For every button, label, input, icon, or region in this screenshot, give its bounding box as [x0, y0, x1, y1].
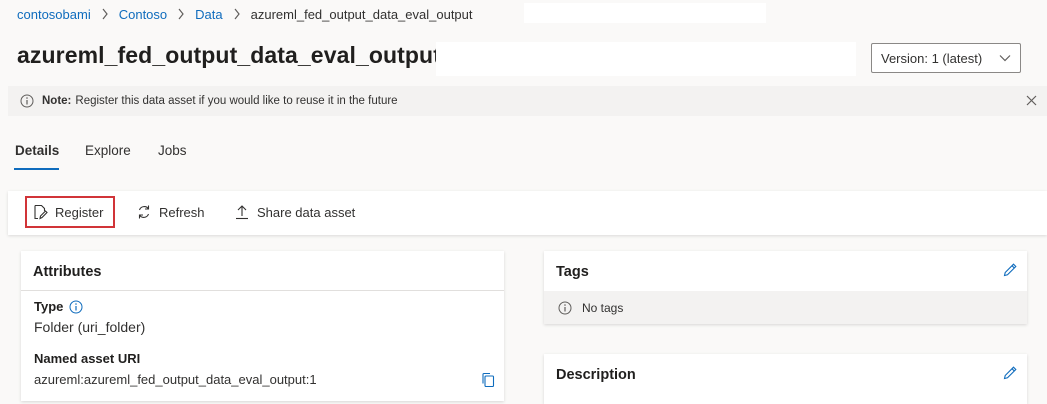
- type-label-text: Type: [34, 299, 64, 314]
- info-icon: [558, 301, 572, 315]
- refresh-button-label: Refresh: [159, 204, 205, 220]
- command-toolbar: Register Refresh Share data asset: [8, 191, 1047, 235]
- breadcrumb-current: azureml_fed_output_data_eval_output: [250, 6, 473, 22]
- breadcrumb: contosobami Contoso Data azureml_fed_out…: [17, 5, 473, 23]
- share-data-asset-button[interactable]: Share data asset: [234, 197, 355, 227]
- description-title: Description: [556, 367, 636, 383]
- no-tags-text: No tags: [582, 300, 624, 315]
- type-value: Folder (uri_folder): [34, 319, 146, 335]
- note-text: Register this data asset if you would li…: [75, 95, 398, 107]
- no-tags-row: No tags: [544, 291, 1027, 324]
- attributes-title: Attributes: [33, 264, 102, 280]
- attributes-card: Attributes Type Folder (uri_folder) Name…: [21, 251, 504, 401]
- named-asset-uri-label: Named asset URI: [34, 351, 141, 366]
- edit-pencil-icon[interactable]: [1002, 262, 1018, 278]
- share-upload-icon: [234, 204, 250, 220]
- tab-jobs[interactable]: Jobs: [158, 143, 187, 158]
- breadcrumb-item-contoso[interactable]: Contoso: [119, 7, 167, 22]
- version-dropdown[interactable]: Version: 1 (latest): [871, 43, 1021, 73]
- chevron-right-icon: [101, 8, 109, 20]
- tab-explore[interactable]: Explore: [85, 143, 131, 158]
- note-bar: Note: Register this data asset if you wo…: [8, 86, 1047, 116]
- refresh-button[interactable]: Refresh: [136, 197, 205, 227]
- info-icon: [20, 94, 34, 108]
- version-dropdown-label: Version: 1 (latest): [881, 50, 983, 66]
- breadcrumb-item-data[interactable]: Data: [195, 7, 222, 22]
- named-asset-uri-value: azureml:azureml_fed_output_data_eval_out…: [34, 372, 317, 387]
- type-label: Type: [34, 299, 83, 314]
- description-card: Description: [544, 354, 1027, 404]
- chevron-right-icon: [177, 8, 185, 20]
- tab-details[interactable]: Details: [15, 143, 59, 158]
- close-icon[interactable]: [1026, 95, 1037, 106]
- tags-card: Tags No tags: [544, 251, 1027, 324]
- register-highlight-box: [25, 196, 115, 228]
- active-tab-indicator: [14, 168, 59, 170]
- breadcrumb-item-workspace[interactable]: contosobami: [17, 7, 91, 22]
- chevron-right-icon: [233, 8, 241, 20]
- copy-icon[interactable]: [481, 372, 495, 388]
- note-label: Note:: [42, 95, 72, 107]
- info-icon[interactable]: [69, 300, 83, 314]
- redacted-area: [524, 3, 766, 23]
- card-divider: [21, 290, 504, 291]
- page-title: azureml_fed_output_data_eval_output: [17, 42, 441, 68]
- edit-pencil-icon[interactable]: [1002, 365, 1018, 381]
- redacted-area: [436, 42, 856, 76]
- tags-title: Tags: [556, 264, 589, 280]
- chevron-down-icon: [999, 54, 1011, 62]
- refresh-icon: [136, 204, 152, 220]
- share-button-label: Share data asset: [257, 204, 356, 220]
